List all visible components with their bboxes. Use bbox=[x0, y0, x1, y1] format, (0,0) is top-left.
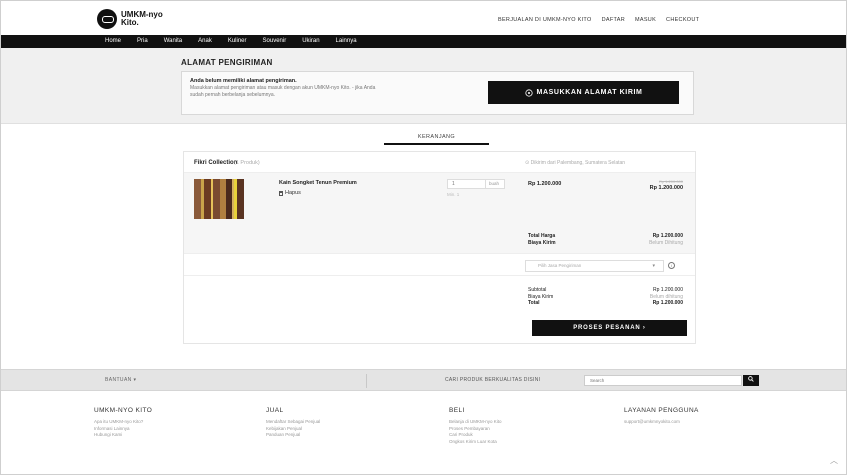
footer-col-jual: JUAL Mendaftar Sebagai Penjual Kebijakan… bbox=[266, 407, 320, 439]
link-berjualan[interactable]: BERJUALAN DI UMKM-NYO KITO bbox=[498, 17, 592, 23]
footer-col-title: UMKM-NYO KITO bbox=[94, 407, 153, 414]
delete-label: Hapus bbox=[285, 190, 301, 196]
grand-total-label: Total bbox=[528, 300, 540, 306]
nav-home[interactable]: Home bbox=[105, 38, 121, 44]
link-checkout[interactable]: CHECKOUT bbox=[666, 17, 699, 23]
quantity-min: Min. 1 bbox=[447, 192, 460, 197]
search-icon bbox=[748, 376, 754, 382]
process-order-button[interactable]: PROSES PESANAN › bbox=[532, 320, 687, 336]
total-price-value: Rp 1.200.000 bbox=[652, 233, 683, 239]
nav-kuliner[interactable]: Kuliner bbox=[228, 38, 247, 44]
shipping-select[interactable]: Pilih Jasa Pengiriman ▾ bbox=[525, 260, 664, 272]
summary-labels: Subtotal Biaya Kirim Total bbox=[528, 287, 553, 307]
footer-col-beli: BELI Belanja di UMKM-nyo Kito Proses Pem… bbox=[449, 407, 502, 445]
address-title: ALAMAT PENGIRIMAN bbox=[181, 58, 273, 67]
footer-link[interactable]: Mendaftar Sebagai Penjual bbox=[266, 419, 320, 426]
item-price: Rp 1.200.000 bbox=[528, 181, 562, 187]
search-label: CARI PRODUK BERKUALITAS DISINI bbox=[445, 377, 541, 383]
address-section: ALAMAT PENGIRIMAN Anda belum memiliki al… bbox=[1, 48, 846, 124]
trash-icon bbox=[279, 190, 283, 196]
grand-total-value: Rp 1.200.000 bbox=[652, 300, 683, 306]
quantity-field[interactable]: 1 buah bbox=[447, 179, 505, 189]
cart-panel: Fikri Collection (1 Produk) ⊙ Dikirim da… bbox=[183, 151, 696, 344]
shipping-cost-label: Biaya Kirim bbox=[528, 240, 556, 246]
page-frame: UMKM-nyo Kito. BERJUALAN DI UMKM-NYO KIT… bbox=[0, 0, 847, 475]
delete-item-button[interactable]: Hapus bbox=[279, 190, 301, 196]
totals-values: Rp 1.200.000 Belum Dihitung bbox=[649, 233, 683, 247]
footer-columns: UMKM-NYO KITO Apa itu UMKM-nyo Kito? Inf… bbox=[94, 407, 754, 467]
footer-col-title: JUAL bbox=[266, 407, 284, 414]
shipping-row: Pilih Jasa Pengiriman ▾ i bbox=[184, 253, 695, 276]
top-links: BERJUALAN DI UMKM-NYO KITO DAFTAR MASUK … bbox=[498, 17, 699, 23]
chevron-down-icon: ▾ bbox=[133, 377, 137, 383]
footer-col-title: LAYANAN PENGGUNA bbox=[624, 407, 699, 414]
footer-bar: BANTUAN ▾ CARI PRODUK BERKUALITAS DISINI bbox=[1, 369, 846, 391]
footer-col-layanan: LAYANAN PENGGUNA support@umkmnyokito.com bbox=[624, 407, 699, 426]
totals-labels: Total Harga Biaya Kirim bbox=[528, 233, 556, 247]
shop-product-count: (1 Produk) bbox=[234, 160, 260, 166]
top-header: UMKM-nyo Kito. BERJUALAN DI UMKM-NYO KIT… bbox=[1, 1, 846, 35]
quantity-value[interactable]: 1 bbox=[448, 180, 486, 188]
help-dropdown[interactable]: BANTUAN ▾ bbox=[105, 377, 136, 383]
location-icon bbox=[524, 88, 533, 97]
item-subtotal: Rp 1.200.000 bbox=[649, 185, 683, 191]
tab-keranjang[interactable]: KERANJANG bbox=[384, 131, 489, 145]
nav-ukiran[interactable]: Ukiran bbox=[302, 38, 319, 44]
chevron-up-icon[interactable]: ︿ bbox=[830, 455, 838, 466]
product-thumbnail[interactable] bbox=[194, 179, 244, 219]
shipping-select-placeholder: Pilih Jasa Pengiriman bbox=[538, 263, 582, 268]
cart-item-row: Kain Songket Tenun Premium Hapus 1 buah … bbox=[184, 173, 695, 253]
link-masuk[interactable]: MASUK bbox=[635, 17, 656, 23]
nav-pria[interactable]: Pria bbox=[137, 38, 148, 44]
logo-text: UMKM-nyo Kito. bbox=[121, 10, 163, 27]
footer-link[interactable]: Belanja di UMKM-nyo Kito bbox=[449, 419, 502, 426]
total-price-label: Total Harga bbox=[528, 233, 556, 239]
subtotal-value: Rp 1.200.000 bbox=[652, 287, 683, 293]
nav-souvenir[interactable]: Souvenir bbox=[263, 38, 287, 44]
ship-origin: ⊙ Dikirim dari Palembang, Sumatera Selat… bbox=[525, 160, 625, 166]
nav-anak[interactable]: Anak bbox=[198, 38, 212, 44]
ship-origin-text: Dikirim dari Palembang, Sumatera Selatan bbox=[530, 160, 626, 166]
info-icon[interactable]: i bbox=[668, 262, 675, 269]
nav-wanita[interactable]: Wanita bbox=[164, 38, 182, 44]
product-name[interactable]: Kain Songket Tenun Premium bbox=[279, 180, 357, 186]
help-label: BANTUAN bbox=[105, 377, 132, 383]
logo-icon bbox=[97, 9, 117, 29]
shipping-cost-value: Belum Dihitung bbox=[649, 240, 683, 246]
address-notice: Anda belum memiliki alamat pengiriman. M… bbox=[181, 71, 694, 115]
footer-link[interactable]: Hubungi Kami bbox=[94, 432, 152, 439]
quantity-unit: buah bbox=[489, 181, 500, 186]
footer-link[interactable]: Panduan Penjual bbox=[266, 432, 320, 439]
add-address-button[interactable]: MASUKKAN ALAMAT KIRIM bbox=[488, 81, 679, 104]
shop-name[interactable]: Fikri Collection bbox=[194, 160, 237, 166]
footer-link[interactable]: Ongkos Kirim Luar Kota bbox=[449, 439, 502, 446]
site-logo[interactable]: UMKM-nyo Kito. bbox=[97, 9, 181, 29]
item-original-price: Rp 1.200.000 bbox=[658, 179, 683, 184]
support-email-link[interactable]: support@umkmnyokito.com bbox=[624, 419, 699, 426]
footer-col-umkm: UMKM-NYO KITO Apa itu UMKM-nyo Kito? Inf… bbox=[94, 407, 152, 439]
address-heading: Anda belum memiliki alamat pengiriman. bbox=[190, 78, 297, 84]
shop-header: Fikri Collection (1 Produk) ⊙ Dikirim da… bbox=[184, 152, 695, 173]
search-input[interactable] bbox=[584, 375, 742, 386]
chevron-down-icon: ▾ bbox=[652, 263, 655, 269]
summary-values: Rp 1.200.000 Belum dihitung Rp 1.200.000 bbox=[650, 287, 683, 307]
link-daftar[interactable]: DAFTAR bbox=[602, 17, 625, 23]
footer-divider bbox=[366, 374, 367, 388]
main-nav: Home Pria Wanita Anak Kuliner Souvenir U… bbox=[1, 35, 846, 48]
nav-lainnya[interactable]: Lainnya bbox=[336, 38, 357, 44]
search-button[interactable] bbox=[743, 375, 759, 386]
add-address-label: MASUKKAN ALAMAT KIRIM bbox=[536, 89, 643, 96]
footer-col-title: BELI bbox=[449, 407, 465, 414]
address-description: Masukkan alamat pengiriman atau masuk de… bbox=[190, 85, 376, 98]
